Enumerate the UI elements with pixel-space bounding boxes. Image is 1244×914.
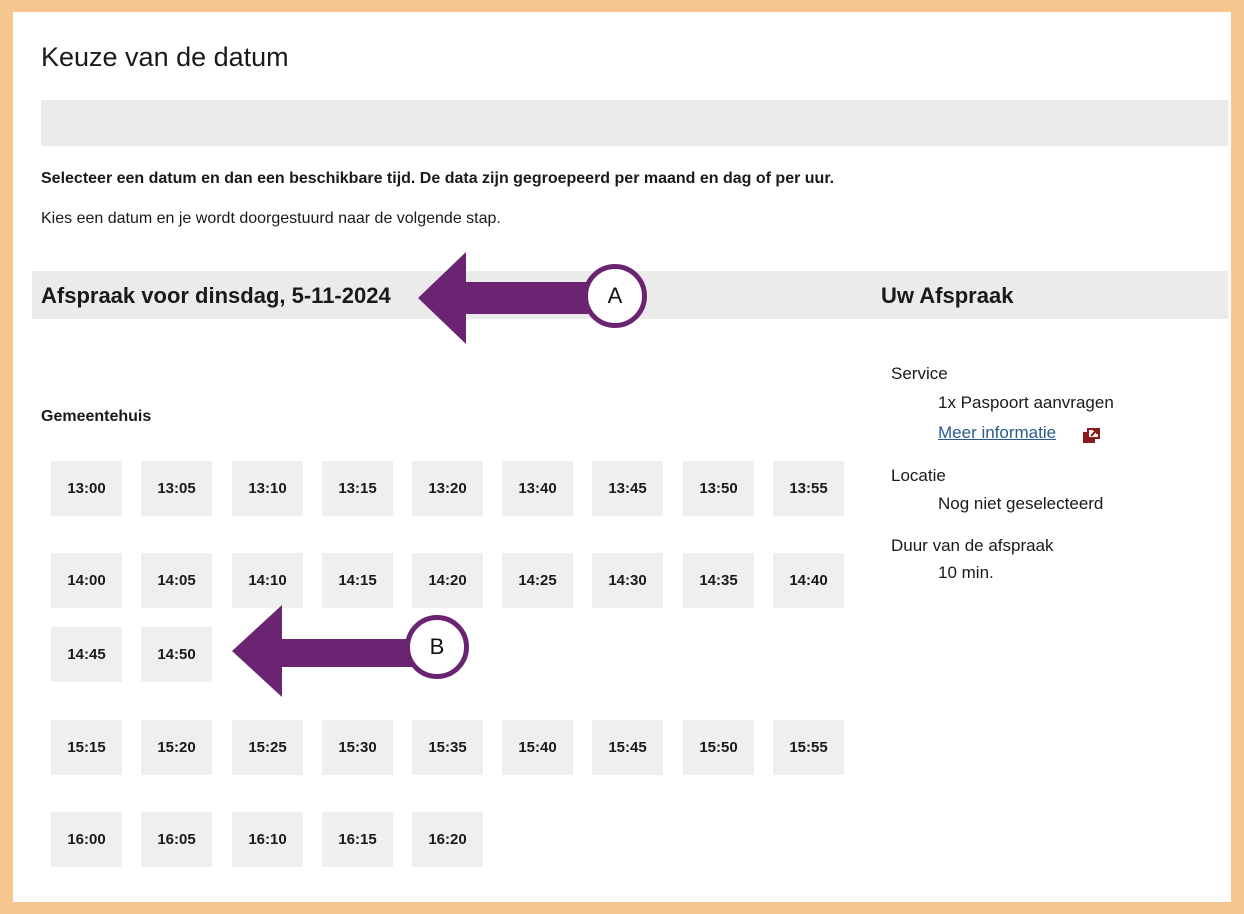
appointment-date-heading: Afspraak voor dinsdag, 5-11-2024 xyxy=(41,283,391,308)
time-slot[interactable]: 15:20 xyxy=(141,720,212,775)
time-slot[interactable]: 13:05 xyxy=(141,461,212,516)
time-slot[interactable]: 15:55 xyxy=(773,720,844,775)
time-slot[interactable]: 13:45 xyxy=(592,461,663,516)
more-info-link[interactable]: Meer informatie xyxy=(938,423,1056,443)
time-slot[interactable]: 13:55 xyxy=(773,461,844,516)
time-slot[interactable]: 16:05 xyxy=(141,812,212,867)
time-slot[interactable]: 16:10 xyxy=(232,812,303,867)
location-value: Nog niet geselecteerd xyxy=(938,494,1104,513)
time-slot[interactable]: 13:00 xyxy=(51,461,122,516)
summary-heading: Uw Afspraak xyxy=(881,283,1014,308)
time-slot[interactable]: 13:10 xyxy=(232,461,303,516)
external-link-icon[interactable] xyxy=(1082,428,1100,444)
location-label: Locatie xyxy=(891,466,946,485)
time-slot[interactable]: 16:15 xyxy=(322,812,393,867)
time-slot[interactable]: 15:25 xyxy=(232,720,303,775)
time-slot[interactable]: 15:15 xyxy=(51,720,122,775)
time-slot[interactable]: 14:05 xyxy=(141,553,212,608)
time-slot[interactable]: 13:50 xyxy=(683,461,754,516)
time-slot[interactable]: 14:50 xyxy=(141,627,212,682)
progress-bar-placeholder xyxy=(41,100,1228,146)
time-slot[interactable]: 14:15 xyxy=(322,553,393,608)
time-slot[interactable]: 14:40 xyxy=(773,553,844,608)
time-slot[interactable]: 15:40 xyxy=(502,720,573,775)
time-slot[interactable]: 14:45 xyxy=(51,627,122,682)
time-slot[interactable]: 15:35 xyxy=(412,720,483,775)
instructions-text: Kies een datum en je wordt doorgestuurd … xyxy=(41,210,501,227)
service-value: 1x Paspoort aanvragen xyxy=(938,393,1114,412)
location-name: Gemeentehuis xyxy=(41,408,152,425)
time-slot[interactable]: 15:50 xyxy=(683,720,754,775)
annotation-marker-a: A xyxy=(583,264,647,328)
instructions-bold: Selecteer een datum en dan een beschikba… xyxy=(41,170,835,187)
time-slot[interactable]: 13:40 xyxy=(502,461,573,516)
time-slot[interactable]: 14:25 xyxy=(502,553,573,608)
duration-label: Duur van de afspraak xyxy=(891,536,1054,555)
page-title: Keuze van de datum xyxy=(41,42,289,72)
time-slot[interactable]: 14:00 xyxy=(51,553,122,608)
time-slot[interactable]: 16:00 xyxy=(51,812,122,867)
time-slot[interactable]: 13:20 xyxy=(412,461,483,516)
time-slot[interactable]: 14:30 xyxy=(592,553,663,608)
time-slot[interactable]: 16:20 xyxy=(412,812,483,867)
annotation-marker-b: B xyxy=(405,615,469,679)
time-slot[interactable]: 13:15 xyxy=(322,461,393,516)
time-slot[interactable]: 15:45 xyxy=(592,720,663,775)
time-slot[interactable]: 15:30 xyxy=(322,720,393,775)
time-slot[interactable]: 14:35 xyxy=(683,553,754,608)
time-slot[interactable]: 14:10 xyxy=(232,553,303,608)
service-label: Service xyxy=(891,364,948,383)
duration-value: 10 min. xyxy=(938,563,994,582)
time-slot[interactable]: 14:20 xyxy=(412,553,483,608)
annotation-arrow-b xyxy=(232,605,412,697)
annotation-arrow-a xyxy=(418,252,588,344)
